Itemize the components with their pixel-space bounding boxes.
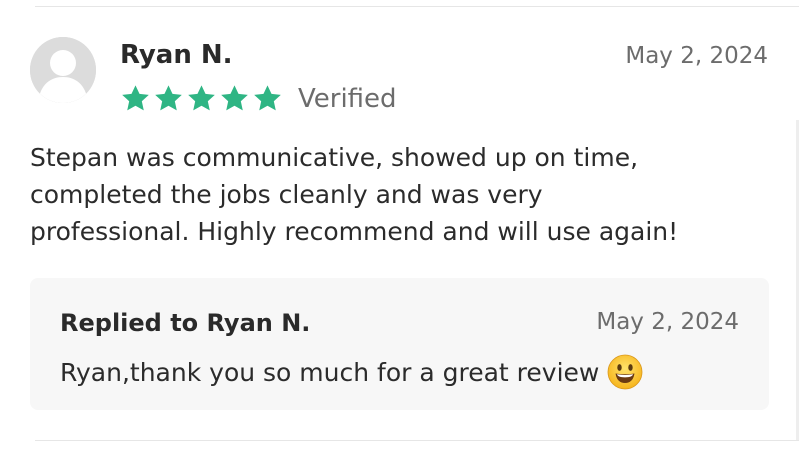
review-body-line: completed the jobs cleanly and was very bbox=[30, 180, 543, 209]
review-body: Stepan was communicative, showed up on t… bbox=[30, 139, 770, 250]
review-date: May 2, 2024 bbox=[625, 43, 768, 69]
reply-text-content: Ryan,thank you so much for a great revie… bbox=[60, 357, 600, 387]
star-icon bbox=[186, 83, 217, 114]
reviewer-name: Ryan N. bbox=[120, 40, 233, 70]
bottom-divider bbox=[35, 440, 799, 441]
reply-title: Replied to Ryan N. bbox=[60, 309, 311, 337]
star-icon bbox=[219, 83, 250, 114]
reply-text: Ryan,thank you so much for a great revie… bbox=[60, 354, 643, 390]
default-user-avatar-icon bbox=[30, 37, 96, 103]
reply-date: May 2, 2024 bbox=[596, 309, 739, 335]
owner-reply: Replied to Ryan N. May 2, 2024 Ryan,than… bbox=[30, 278, 769, 410]
review-body-line: Stepan was communicative, showed up on t… bbox=[30, 143, 639, 172]
star-icon bbox=[252, 83, 283, 114]
star-rating bbox=[120, 82, 285, 114]
star-icon bbox=[120, 83, 151, 114]
review-body-line: professional. Highly recommend and will … bbox=[30, 217, 679, 246]
top-divider bbox=[35, 6, 799, 7]
star-icon bbox=[153, 83, 184, 114]
verified-label: Verified bbox=[298, 84, 397, 114]
smiley-emoji-icon bbox=[607, 354, 643, 390]
